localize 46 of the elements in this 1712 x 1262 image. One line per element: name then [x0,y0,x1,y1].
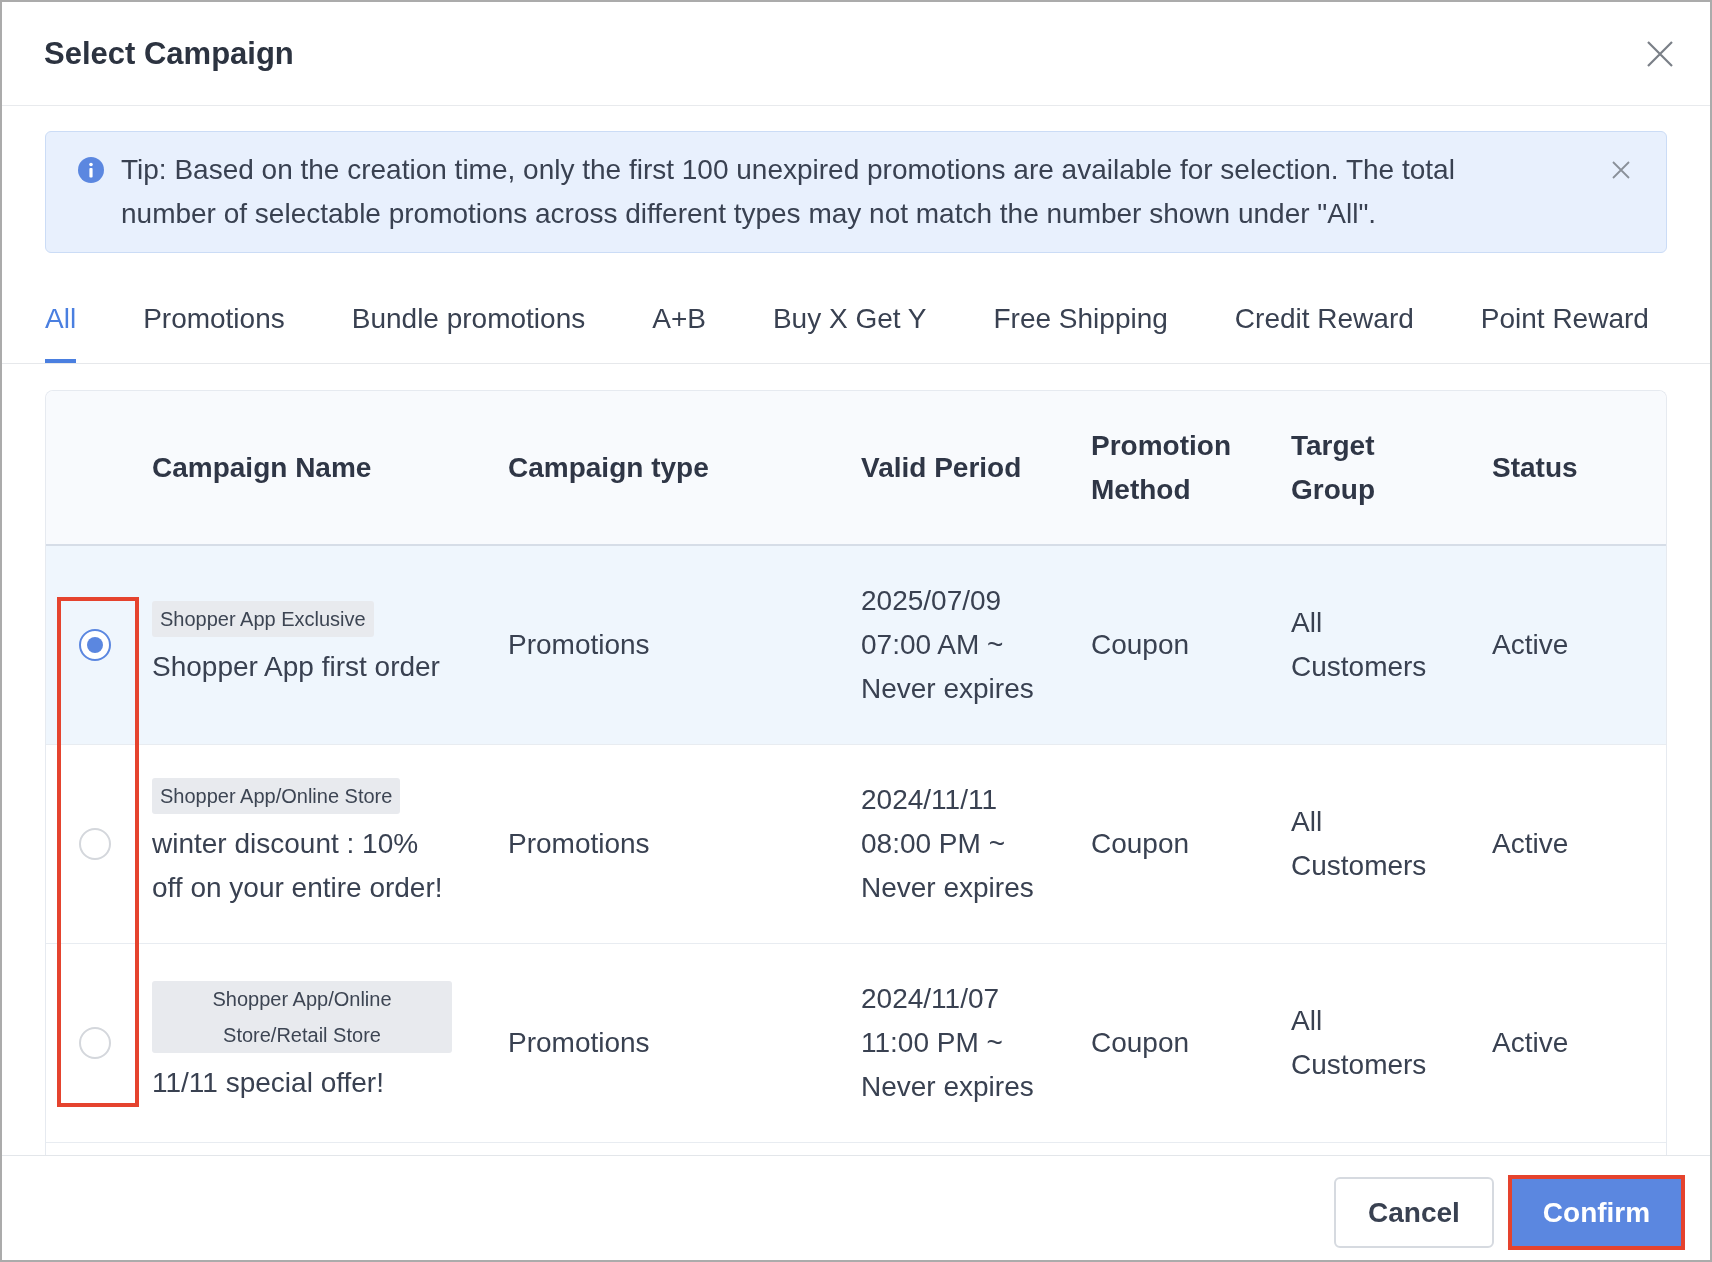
campaign-tag: Shopper App Exclusive [152,601,374,637]
table-cell-text: 2024/11/11 08:00 PM ~ Never expires [861,783,1035,905]
tab[interactable]: Free Shipping [993,297,1168,363]
column-header: Valid Period [861,450,1022,485]
campaign-tag: Shopper App/Online Store/Retail Store [152,981,452,1053]
column-header: Campaign Name [152,450,372,485]
table-cell-text: Active [1492,1026,1569,1060]
table-cell-text: All Customers [1291,606,1428,684]
confirm-button[interactable]: Confirm [1508,1175,1685,1250]
tab[interactable]: A+B [652,297,706,363]
table-row[interactable]: Shopper App/Online Store winter discount : 10% off on your entire order! Promotions 2024/11/11 08:00 PM ~ Never expires Coupon All Customers Active [46,745,1666,944]
tab[interactable]: Promotions [143,297,285,363]
tab[interactable]: Buy X Get Y [772,297,927,363]
column-header: Promotion Method [1091,428,1232,507]
table-cell-text: Coupon [1091,1026,1190,1060]
campaign-name: 11/11 special offer! [152,1066,384,1100]
table-cell-text: All Customers [1291,805,1428,883]
close-icon[interactable] [1647,40,1673,67]
table-cell-text: Promotions [508,628,650,662]
table-cell-text: Active [1492,827,1569,861]
table-cell-text: Active [1492,628,1569,662]
column-header: Campaign type [508,450,709,485]
table-cell-text: Promotions [508,827,650,861]
table-row[interactable]: Shopper App/Online Store/Retail Store 11/11 special offer! Promotions 2024/11/07 11:00 PM ~ Never expires Coupon All Customers Active [46,944,1666,1143]
column-header: Target Group [1291,428,1376,507]
tab[interactable]: Credit Reward [1234,297,1414,363]
table-cell-text: Promotions [508,1026,650,1060]
table-row[interactable]: Shopper App Exclusive Shopper App first order Promotions 2025/07/09 07:00 AM ~ Never expires Coupon All Customers Active [46,546,1666,745]
tab[interactable]: Point Reward [1480,297,1649,363]
table-cell-text: Coupon [1091,628,1190,662]
table-cell-text: 2024/11/07 11:00 PM ~ Never expires [861,982,1035,1104]
dialog-title: Select Campaign [44,34,294,73]
cancel-button[interactable]: Cancel [1334,1177,1494,1248]
campaign-tag: Shopper App/Online Store [152,778,401,814]
campaign-name: winter discount : 10% off on your entire order! [152,827,444,905]
radio-button[interactable] [79,629,111,661]
tab[interactable]: All [45,297,77,363]
close-icon[interactable] [1612,161,1630,179]
table-cell-text: Coupon [1091,827,1190,861]
table-cell-text: All Customers [1291,1004,1428,1082]
tip-text: Tip: Based on the creation time, only the first 100 unexpired promotions are available for selection. The total number of selectable promotions across different types may not match the number shown under "All". [121,153,1456,231]
campaign-name: Shopper App first order [152,650,440,684]
tab[interactable]: Bundle promotions [351,297,586,363]
table-cell-text: 2025/07/09 07:00 AM ~ Never expires [861,584,1035,706]
column-header: Status [1492,450,1578,485]
info-icon [78,157,104,183]
